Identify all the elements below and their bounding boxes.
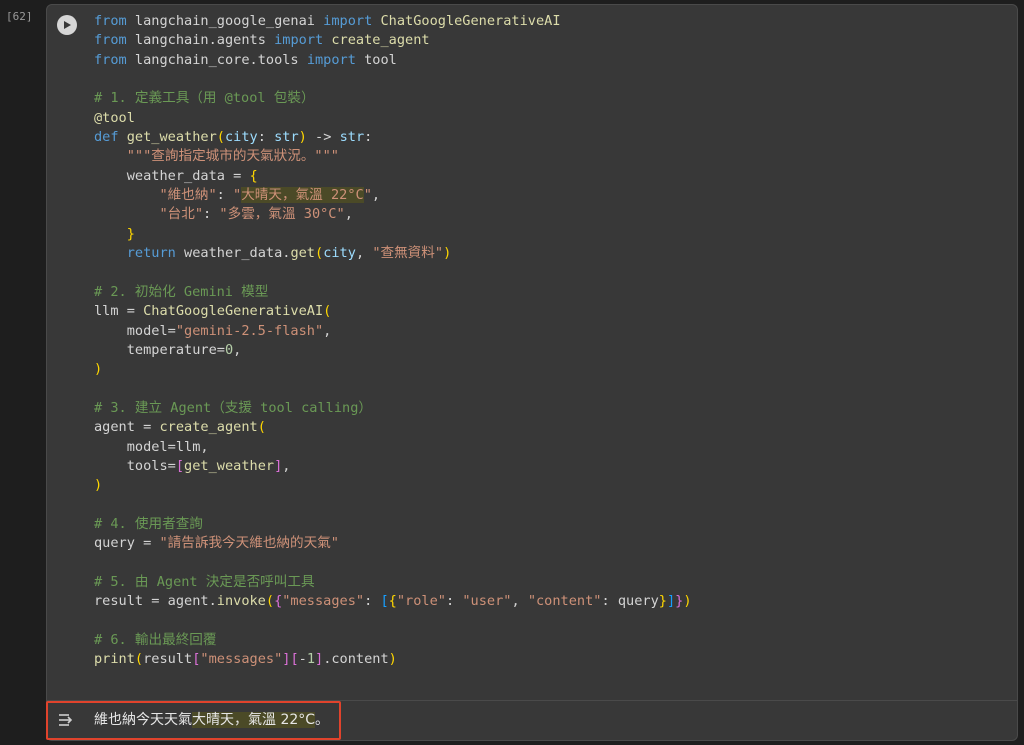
code-line: query = "請告訴我今天維也納的天氣" (94, 535, 339, 552)
code-line: temperature=0, (94, 341, 242, 358)
run-cell-button[interactable] (57, 15, 77, 35)
code-line: def get_weather(city: str) -> str: (94, 129, 373, 146)
code-line: @tool (94, 109, 135, 126)
code-line: model="gemini-2.5-flash", (94, 322, 332, 339)
code-line: # 4. 使用者查詢 (94, 515, 203, 532)
code-line: # 6. 輸出最終回覆 (94, 632, 217, 648)
code-line: # 3. 建立 Agent（支援 tool calling） (94, 399, 372, 416)
code-line: tools=[get_weather], (94, 457, 291, 474)
code-line: return weather_data.get(city, "查無資料") (126, 245, 452, 262)
code-line: from langchain_google_genai import ChatG… (94, 13, 561, 29)
code-line: from langchain_core.tools import tool (94, 51, 397, 68)
code-line: # 1. 定義工具（用 @tool 包裝） (94, 90, 315, 107)
code-line: model=llm, (94, 438, 209, 455)
code-line: } (126, 225, 135, 242)
play-icon (64, 21, 71, 29)
code-line: agent = create_agent( (94, 419, 266, 436)
code-line: ) (94, 361, 103, 378)
code-line: # 2. 初始化 Gemini 模型 (94, 283, 269, 300)
code-line: """查詢指定城市的天氣狀況。""" (126, 148, 339, 165)
execution-count: [62] (6, 10, 33, 23)
code-line: ) (94, 477, 103, 494)
code-line: "台北": "多雲，氣溫 30°C", (159, 206, 353, 223)
code-line: weather_data = { (94, 167, 258, 184)
code-line: from langchain.agents import create_agen… (94, 32, 430, 49)
code-line: print(result["messages"][-1].content) (94, 651, 397, 668)
code-editor[interactable]: from langchain_google_genai import ChatG… (94, 12, 692, 670)
code-line: result = agent.invoke({"messages": [{"ro… (94, 593, 692, 610)
code-line: "維也納": "大晴天，氣溫 22°C", (159, 187, 381, 204)
code-line: llm = ChatGoogleGenerativeAI( (94, 303, 332, 320)
code-line: # 5. 由 Agent 決定是否呼叫工具 (94, 573, 315, 590)
output-highlight-frame (46, 701, 341, 740)
